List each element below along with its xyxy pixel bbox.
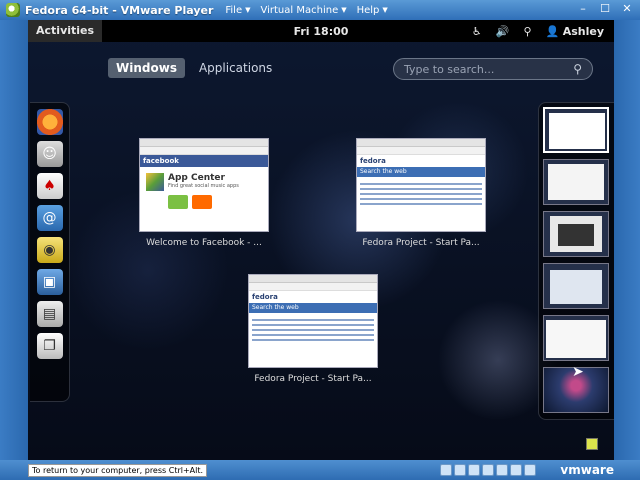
vm-frame-right — [614, 20, 640, 460]
firefox-icon[interactable] — [36, 109, 63, 135]
workspace-3[interactable] — [543, 211, 609, 257]
floppy-icon[interactable] — [468, 464, 480, 476]
window-caption: Fedora Project - Start Pa... — [254, 374, 372, 384]
workspace-window-preview — [549, 113, 605, 149]
user-icon: 👤 — [545, 24, 560, 38]
menu-virtual-machine[interactable]: Virtual Machine ▼ — [261, 5, 347, 16]
user-menu[interactable]: 👤 Ashley — [546, 25, 605, 38]
window-preview: facebook App Center Find great social mu… — [139, 138, 269, 232]
browser-toolbar — [249, 283, 377, 291]
window-thumbnail-fedora-1[interactable]: fedora Search the web Fedora Project - S… — [356, 138, 486, 248]
sound-card-icon[interactable] — [510, 464, 522, 476]
release-hint: To return to your computer, press Ctrl+A… — [28, 463, 208, 477]
app-center-title: App Center — [168, 173, 225, 183]
accessibility-icon[interactable]: ♿ — [472, 25, 482, 38]
vm-frame-left — [0, 20, 28, 460]
fedora-page-content — [357, 177, 485, 211]
workspace-window-preview — [546, 320, 606, 358]
hard-disk-icon[interactable] — [440, 464, 452, 476]
facebook-header: facebook — [140, 155, 268, 167]
files-icon[interactable]: ▤ — [36, 301, 63, 327]
cdrom-icon[interactable] — [454, 464, 466, 476]
app-tile-icon — [168, 195, 188, 209]
workspace-window-preview — [548, 164, 604, 200]
empathy-icon[interactable]: ☺ — [36, 141, 63, 167]
mouse-cursor-icon: ➤ — [572, 364, 584, 380]
vm-statusbar: To return to your computer, press Ctrl+A… — [0, 460, 640, 480]
window-preview: fedora Search the web — [248, 274, 378, 368]
fedora-logo: fedora — [360, 157, 386, 165]
chevron-down-icon: ▼ — [341, 6, 347, 14]
window-controls: – ☐ ✕ — [576, 2, 634, 15]
close-button[interactable]: ✕ — [620, 2, 634, 15]
tab-applications[interactable]: Applications — [191, 58, 280, 78]
window-preview: fedora Search the web — [356, 138, 486, 232]
window-caption: Welcome to Facebook - ... — [146, 238, 262, 248]
browser-toolbar — [140, 147, 268, 155]
workspace-2[interactable] — [543, 159, 609, 205]
search-icon: ⚲ — [573, 62, 582, 76]
tab-windows[interactable]: Windows — [108, 58, 185, 78]
network-adapter-icon[interactable] — [482, 464, 494, 476]
activities-button[interactable]: Activities — [28, 20, 103, 42]
menu-virtual-machine-label: Virtual Machine — [260, 4, 339, 16]
menu-help[interactable]: Help ▼ — [357, 5, 388, 16]
browser-titlebar — [140, 139, 268, 147]
facebook-logo-icon — [146, 173, 164, 191]
app-center-subtitle: Find great social music apps — [168, 183, 239, 189]
search-placeholder: Type to search... — [404, 62, 495, 76]
usb-icon[interactable] — [496, 464, 508, 476]
gnome-topbar: Activities Fri 18:00 ♿ 🔊 ⚲ 👤 Ashley — [28, 20, 614, 42]
fedora-banner: Search the web — [357, 167, 485, 177]
chevron-down-icon: ▼ — [245, 6, 251, 14]
window-thumbnail-fedora-2[interactable]: fedora Search the web Fedora Project - S… — [248, 274, 378, 384]
fedora-banner: Search the web — [249, 303, 377, 313]
window-thumbnail-facebook[interactable]: facebook App Center Find great social mu… — [139, 138, 269, 248]
workspace-window-preview — [550, 270, 602, 304]
app-tiles — [168, 195, 239, 209]
browser-titlebar — [357, 139, 485, 147]
maximize-button[interactable]: ☐ — [598, 2, 612, 15]
browser-titlebar — [249, 275, 377, 283]
user-name: Ashley — [562, 24, 604, 38]
network-icon[interactable]: ⚲ — [523, 25, 531, 38]
menu-file[interactable]: File ▼ — [225, 5, 250, 16]
vmware-app-icon — [6, 3, 20, 17]
guest-screen[interactable]: Activities Fri 18:00 ♿ 🔊 ⚲ 👤 Ashley Wind… — [28, 20, 614, 460]
chevron-down-icon: ▼ — [382, 6, 388, 14]
documents-icon[interactable]: ❐ — [36, 333, 63, 359]
fedora-logo: fedora — [252, 293, 278, 301]
menu-file-label: File — [225, 4, 243, 16]
facebook-body: App Center Find great social music apps — [140, 167, 268, 215]
volume-icon[interactable]: 🔊 — [496, 25, 510, 38]
vm-window-title: Fedora 64-bit - VMware Player — [25, 3, 214, 17]
contacts-icon[interactable]: @ — [36, 205, 63, 231]
workspace-1[interactable] — [543, 107, 609, 153]
browser-toolbar — [357, 147, 485, 155]
soundcloud-icon — [192, 195, 212, 209]
minimize-button[interactable]: – — [576, 2, 590, 15]
fedora-page-content — [249, 313, 377, 347]
workspace-window-preview — [558, 224, 594, 246]
menu-help-label: Help — [356, 4, 380, 16]
notification-tray-icon[interactable] — [586, 438, 598, 450]
workspace-4[interactable] — [543, 263, 609, 309]
search-input[interactable]: Type to search... ⚲ — [393, 58, 593, 80]
workspace-5[interactable] — [543, 315, 609, 361]
solitaire-icon[interactable]: ♠ — [36, 173, 63, 199]
shotwell-icon[interactable]: ▣ — [36, 269, 63, 295]
printer-icon[interactable] — [524, 464, 536, 476]
vm-titlebar: Fedora 64-bit - VMware Player File ▼ Virt… — [0, 0, 640, 20]
system-tray: ♿ 🔊 ⚲ 👤 Ashley — [472, 20, 604, 42]
device-icons — [440, 464, 536, 476]
rhythmbox-icon[interactable]: ◉ — [36, 237, 63, 263]
window-caption: Fedora Project - Start Pa... — [362, 238, 480, 248]
vmware-logo: vmware — [560, 463, 614, 477]
dash: ☺ ♠ @ ◉ ▣ ▤ ❐ — [30, 102, 70, 402]
overview-tabs: Windows Applications — [108, 58, 280, 78]
clock[interactable]: Fri 18:00 — [294, 25, 349, 38]
